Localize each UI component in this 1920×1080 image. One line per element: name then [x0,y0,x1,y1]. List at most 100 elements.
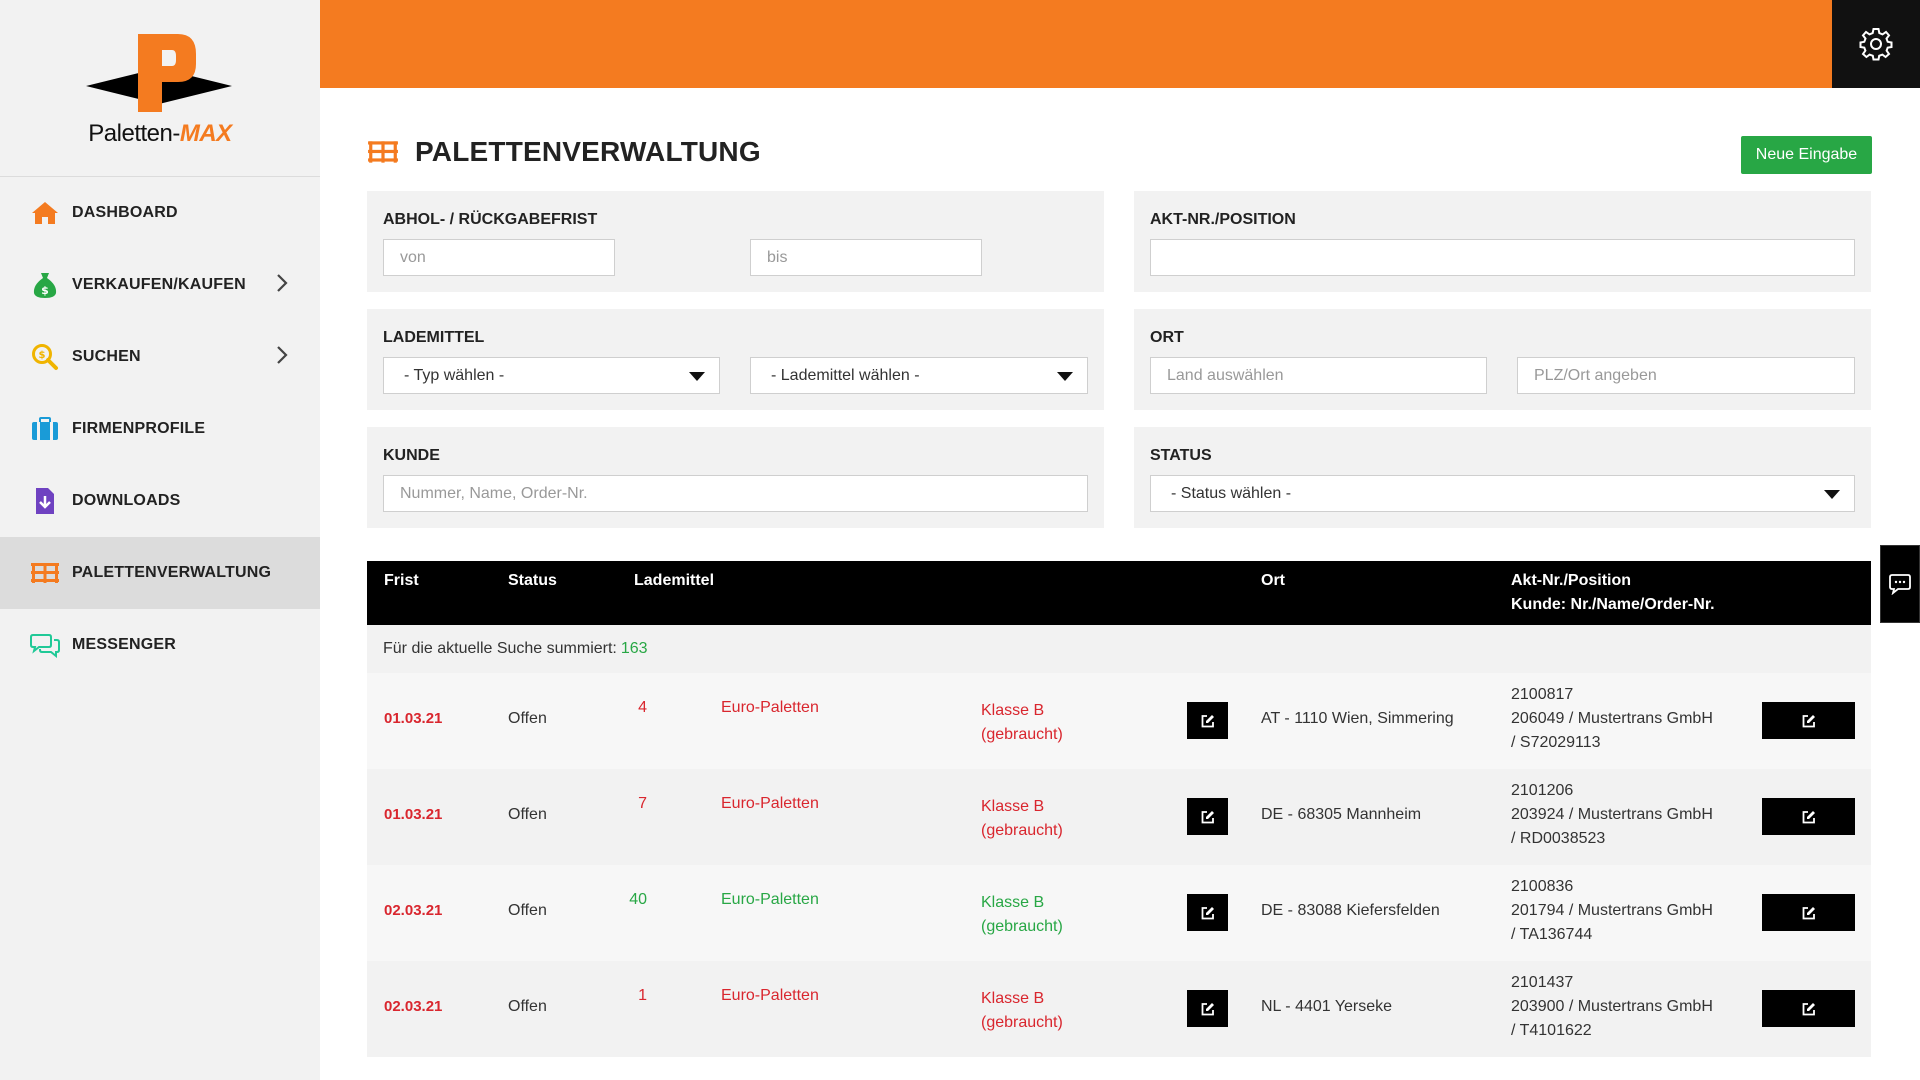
typ-select[interactable]: - Typ wählen - [383,357,720,394]
column-header-lademittel[interactable]: Lademittel [634,572,714,590]
row-klasse-line1: Klasse B [981,990,1045,1007]
kunde-field[interactable]: Nummer, Name, Order-Nr. [383,475,1088,512]
plz-ort-field[interactable]: PLZ/Ort angeben [1517,357,1855,394]
status-select-value: - Status wählen - [1171,484,1292,502]
row-frist: 01.03.21 [384,710,443,727]
search-icon: $ [30,342,60,372]
row-kunde: 201794 / Mustertrans GmbH [1511,902,1713,919]
new-entry-button[interactable]: Neue Eingabe [1741,136,1872,174]
top-bar [320,0,1920,88]
edit-icon [1201,906,1214,919]
brand-logo[interactable]: Paletten-MAX [0,0,320,177]
logo-mark-icon [86,34,232,112]
column-header-status[interactable]: Status [508,572,557,590]
sidebar-item-label: DASHBOARD [72,204,178,221]
edit-lademittel-button[interactable] [1187,702,1228,739]
row-ort: NL - 4401 Yerseke [1261,998,1393,1015]
page-title: PALETTENVERWALTUNG [415,136,761,167]
row-klasse-line2: (gebraucht) [981,1014,1063,1031]
filter-panel-status: STATUS - Status wählen - [1134,427,1871,528]
summary-label: Für die aktuelle Suche summiert: [383,640,617,657]
sidebar-item-firmenprofile[interactable]: FIRMENPROFILE [0,393,320,465]
lademittel-select-value: - Lademittel wählen - [771,366,920,384]
edit-icon [1201,1002,1214,1015]
sidebar-item-label: MESSENGER [72,636,177,653]
status-select[interactable]: - Status wählen - [1150,475,1855,512]
row-akt: 2101437 203900 / Mustertrans GmbH / T41016… [1511,971,1713,1043]
table-row[interactable]: 01.03.21 Offen 7 Euro-Paletten Klasse B (… [367,769,1871,865]
filter-panel-akt: AKT-NR./POSITION [1134,191,1871,292]
sidebar-item-verkaufen-kaufen[interactable]: $ VERKAUFEN/KAUFEN [0,249,320,321]
filter-label-status: STATUS [1150,447,1212,464]
table-row[interactable]: 02.03.21 Offen 40 Euro-Paletten Klasse B… [367,865,1871,961]
edit-lademittel-button[interactable] [1187,990,1228,1027]
row-klasse: Klasse B (gebraucht) [981,699,1063,747]
row-order: / T4101622 [1511,1022,1592,1039]
row-akt-number: 2101437 [1511,974,1574,991]
settings-button[interactable] [1832,0,1920,88]
sidebar-item-label: SUCHEN [72,348,141,365]
row-klasse: Klasse B (gebraucht) [981,987,1063,1035]
sidebar-item-label: FIRMENPROFILE [72,420,206,437]
logo-text-main: Paletten- [88,120,180,147]
frist-from-field[interactable]: von [383,239,615,276]
edit-lademittel-button[interactable] [1187,894,1228,931]
chat-toggle-button[interactable] [1880,545,1920,623]
svg-text:$: $ [41,284,49,297]
land-field[interactable]: Land auswählen [1150,357,1487,394]
sidebar-item-messenger[interactable]: MESSENGER [0,609,320,681]
row-akt: 2100836 201794 / Mustertrans GmbH / TA1367… [1511,875,1713,947]
edit-entry-button[interactable] [1762,894,1855,931]
chat-icon [1889,574,1911,595]
row-frist: 02.03.21 [384,902,443,919]
sidebar-item-dashboard[interactable]: DASHBOARD [0,177,320,249]
row-quantity: 7 [638,795,647,812]
row-quantity: 4 [638,699,647,716]
column-header-ort[interactable]: Ort [1261,572,1285,590]
sidebar-item-palettenverwaltung[interactable]: PALETTENVERWALTUNG [0,537,320,609]
sidebar-item-downloads[interactable]: DOWNLOADS [0,465,320,537]
column-header-frist[interactable]: Frist [384,572,419,590]
column-header-akt[interactable]: Akt-Nr./Position [1511,572,1631,590]
download-file-icon [30,486,60,516]
table-row[interactable]: 01.03.21 Offen 4 Euro-Paletten Klasse B (… [367,673,1871,769]
filter-panel-lademittel: LADEMITTEL - Typ wählen - - Lademittel w… [367,309,1104,410]
row-quantity: 1 [638,987,647,1004]
row-akt-number: 2100817 [1511,686,1574,703]
row-klasse: Klasse B (gebraucht) [981,795,1063,843]
table-header: Frist Status Lademittel Ort Akt-Nr./Posi… [367,561,1871,625]
typ-select-value: - Typ wählen - [404,366,505,384]
sidebar-item-label: VERKAUFEN/KAUFEN [72,276,246,293]
logo-text: Paletten-MAX [0,120,320,148]
row-order: / S72029113 [1511,734,1601,751]
summary-count: 163 [620,640,648,657]
row-akt: 2101206 203924 / Mustertrans GmbH / RD0038… [1511,779,1713,851]
edit-entry-button[interactable] [1762,990,1855,1027]
edit-entry-button[interactable] [1762,798,1855,835]
row-klasse-line1: Klasse B [981,894,1045,911]
filter-panel-frist: ABHOL- / RÜCKGABEFRIST von bis [367,191,1104,292]
filter-panel-ort: ORT Land auswählen PLZ/Ort angeben [1134,309,1871,410]
row-kunde: 206049 / Mustertrans GmbH [1511,710,1713,727]
row-klasse-line2: (gebraucht) [981,822,1063,839]
edit-icon [1802,714,1815,727]
gear-icon [1859,28,1893,61]
sidebar-nav: DASHBOARD $ VERKAUFEN/KAUFEN $ SUCHEN FI… [0,177,320,681]
row-status: Offen [508,902,547,919]
row-status: Offen [508,806,547,823]
pallet-icon [30,558,60,588]
table-row[interactable]: 02.03.21 Offen 1 Euro-Paletten Klasse B (… [367,961,1871,1057]
frist-to-field[interactable]: bis [750,239,982,276]
column-header-kunde: Kunde: Nr./Name/Order-Nr. [1511,596,1715,613]
akt-position-field[interactable] [1150,239,1855,276]
lademittel-select[interactable]: - Lademittel wählen - [750,357,1088,394]
edit-entry-button[interactable] [1762,702,1855,739]
sidebar-item-suchen[interactable]: $ SUCHEN [0,321,320,393]
app-root: Paletten-MAX DASHBOARD $ VERKAUFEN/KAUFE… [0,0,1920,1080]
row-klasse-line1: Klasse B [981,798,1045,815]
edit-lademittel-button[interactable] [1187,798,1228,835]
row-frist: 02.03.21 [384,998,443,1015]
row-order: / TA136744 [1511,926,1593,943]
row-status: Offen [508,998,547,1015]
sidebar: Paletten-MAX DASHBOARD $ VERKAUFEN/KAUFE… [0,0,320,1080]
